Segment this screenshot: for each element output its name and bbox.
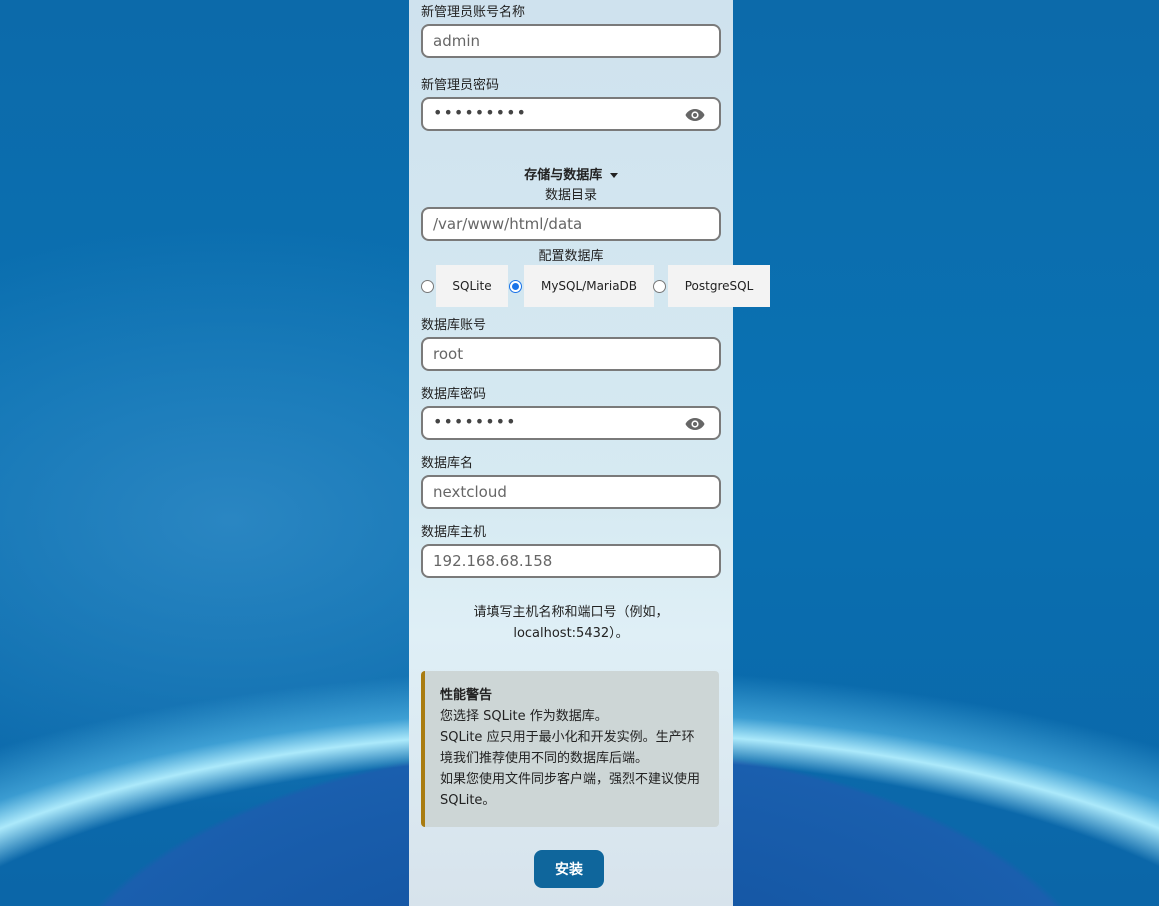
warning-line: 如果您使用文件同步客户端，强烈不建议使用 bbox=[440, 772, 701, 787]
show-password-icon[interactable] bbox=[685, 108, 705, 122]
admin-username-label: 新管理员账号名称 bbox=[421, 5, 526, 20]
admin-username-input[interactable]: admin bbox=[421, 24, 721, 58]
admin-password-input[interactable]: ••••••••• bbox=[421, 97, 721, 131]
db-option-mysql[interactable]: MySQL/MariaDB bbox=[524, 265, 654, 307]
storage-database-toggle-label: 存储与数据库 bbox=[524, 168, 603, 183]
db-host-label: 数据库主机 bbox=[421, 525, 487, 540]
db-host-hint: 请填写主机名称和端口号（例如， localhost:5432）。 bbox=[409, 602, 733, 644]
db-config-label: 配置数据库 bbox=[538, 249, 604, 264]
admin-password-label: 新管理员密码 bbox=[421, 78, 500, 93]
data-dir-input[interactable]: /var/www/html/data bbox=[421, 207, 721, 241]
db-option-sqlite-label: SQLite bbox=[452, 279, 492, 293]
install-button[interactable]: 安装 bbox=[534, 850, 604, 888]
show-password-icon[interactable] bbox=[685, 417, 705, 431]
db-password-value: •••••••• bbox=[433, 412, 517, 431]
db-user-input[interactable]: root bbox=[421, 337, 721, 371]
radio-mysql[interactable] bbox=[509, 280, 522, 293]
db-name-input[interactable]: nextcloud bbox=[421, 475, 721, 509]
warning-title: 性能警告 bbox=[440, 688, 493, 703]
db-host-value: 192.168.68.158 bbox=[433, 552, 553, 570]
admin-username-value: admin bbox=[433, 32, 480, 50]
db-name-value: nextcloud bbox=[433, 483, 507, 501]
db-user-label: 数据库账号 bbox=[421, 318, 487, 333]
caret-down-icon bbox=[609, 173, 618, 178]
warning-line: 境我们推荐使用不同的数据库后端。 bbox=[440, 751, 649, 766]
warning-line: 您选择 SQLite 作为数据库。 bbox=[440, 709, 608, 724]
performance-warning: 性能警告 您选择 SQLite 作为数据库。 SQLite 应只用于最小化和开发… bbox=[421, 671, 719, 827]
data-dir-value: /var/www/html/data bbox=[433, 215, 583, 233]
db-option-postgresql-label: PostgreSQL bbox=[684, 279, 754, 293]
radio-postgresql[interactable] bbox=[653, 280, 666, 293]
warning-line: SQLite。 bbox=[440, 793, 496, 808]
db-host-hint-line1: 请填写主机名称和端口号（例如， bbox=[473, 605, 669, 620]
db-host-input[interactable]: 192.168.68.158 bbox=[421, 544, 721, 578]
db-password-input[interactable]: •••••••• bbox=[421, 406, 721, 440]
db-user-value: root bbox=[433, 345, 464, 363]
db-option-mysql-label: MySQL/MariaDB bbox=[540, 279, 638, 293]
db-option-sqlite[interactable]: SQLite bbox=[436, 265, 508, 307]
db-host-hint-line2: localhost:5432）。 bbox=[513, 626, 629, 641]
admin-password-value: ••••••••• bbox=[433, 103, 527, 122]
db-option-postgresql[interactable]: PostgreSQL bbox=[668, 265, 770, 307]
db-password-label: 数据库密码 bbox=[421, 387, 487, 402]
radio-sqlite[interactable] bbox=[421, 280, 434, 293]
warning-line: SQLite 应只用于最小化和开发实例。生产环 bbox=[440, 730, 695, 745]
storage-database-toggle[interactable]: 存储与数据库 bbox=[409, 164, 733, 183]
setup-form-panel: 新管理员账号名称 admin 新管理员密码 ••••••••• 存储与数据库 数… bbox=[409, 0, 770, 906]
db-name-label: 数据库名 bbox=[421, 456, 474, 471]
data-dir-label: 数据目录 bbox=[544, 188, 597, 203]
